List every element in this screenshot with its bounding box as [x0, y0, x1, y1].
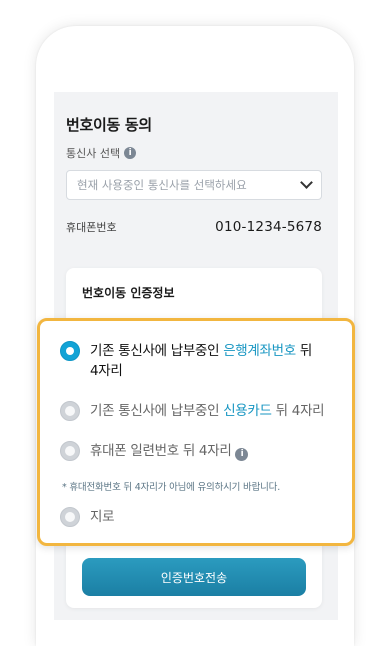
- carrier-select[interactable]: 현재 사용중인 통신사를 선택하세요: [66, 170, 322, 200]
- chevron-down-icon: [300, 176, 313, 189]
- option-text: 기존 통신사에 납부중인: [90, 343, 224, 359]
- option-label: 기존 통신사에 납부중인 신용카드 뒤 4자리: [90, 401, 325, 421]
- phone-number-value: 010-1234-5678: [215, 219, 322, 235]
- option-serial-number[interactable]: 휴대폰 일련번호 뒤 4자리 i: [60, 441, 249, 461]
- option-label: 지로: [90, 509, 115, 525]
- send-code-button[interactable]: 인증번호전송: [82, 558, 306, 596]
- radio-unchecked-icon[interactable]: [60, 401, 80, 421]
- option-text: 휴대폰 일련번호 뒤 4자리: [90, 443, 232, 459]
- page-title: 번호이동 동의: [66, 116, 152, 134]
- option-label: 휴대폰 일련번호 뒤 4자리 i: [90, 441, 249, 461]
- carrier-select-placeholder: 현재 사용중인 통신사를 선택하세요: [77, 178, 247, 192]
- option-giro[interactable]: 지로: [60, 507, 115, 527]
- notice-text: * 휴대전화번호 뒤 4자리가 아님에 유의하시기 바랍니다.: [62, 482, 281, 493]
- phone-number-row: 휴대폰번호 010-1234-5678: [66, 219, 322, 235]
- option-highlight: 은행계좌번호: [223, 343, 296, 359]
- info-icon[interactable]: i: [235, 448, 249, 461]
- option-text: 기존 통신사에 납부중인: [90, 403, 224, 419]
- radio-unchecked-icon[interactable]: [60, 507, 80, 527]
- option-highlight: 신용카드: [223, 403, 272, 419]
- option-label: 기존 통신사에 납부중인 은행계좌번호 뒤 4자리: [90, 341, 320, 381]
- radio-unchecked-icon[interactable]: [60, 441, 80, 461]
- carrier-label: 통신사 선택 i: [66, 145, 137, 161]
- option-text-suffix: 뒤 4자리: [271, 403, 325, 419]
- auth-info-title: 번호이동 인증정보: [82, 286, 175, 300]
- phone-number-label: 휴대폰번호: [66, 221, 117, 234]
- info-icon[interactable]: i: [124, 147, 137, 159]
- option-credit-card[interactable]: 기존 통신사에 납부중인 신용카드 뒤 4자리: [60, 401, 325, 421]
- option-bank-account[interactable]: 기존 통신사에 납부중인 은행계좌번호 뒤 4자리: [60, 341, 320, 381]
- carrier-label-text: 통신사 선택: [66, 147, 121, 160]
- radio-checked-icon[interactable]: [60, 341, 80, 361]
- auth-method-popup: 기존 통신사에 납부중인 은행계좌번호 뒤 4자리 기존 통신사에 납부중인 신…: [37, 318, 355, 546]
